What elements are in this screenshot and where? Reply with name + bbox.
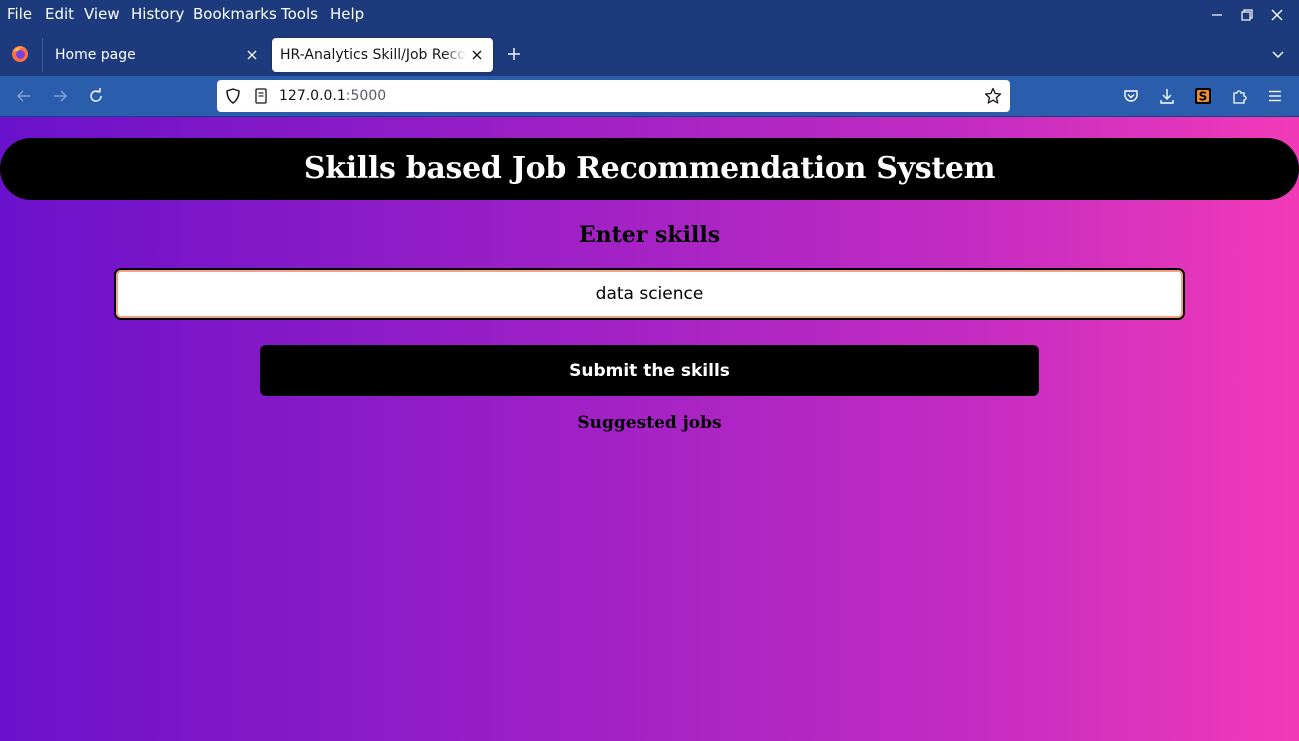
new-tab-icon[interactable] <box>506 46 522 62</box>
skills-label: Enter skills <box>578 222 721 248</box>
menu-edit[interactable]: Edit <box>45 5 74 23</box>
menu-bar: File Edit View History Bookmarks Tools H… <box>0 0 1299 30</box>
page-content: Skills based Job Recommendation System E… <box>0 117 1299 741</box>
submit-skills-button[interactable]: Submit the skills <box>260 345 1039 396</box>
firefox-icon[interactable] <box>11 45 29 63</box>
url-port: :5000 <box>345 88 387 104</box>
menu-bookmarks[interactable]: Bookmarks <box>193 5 277 23</box>
navigation-toolbar: 127.0.0.1:5000 S <box>0 76 1299 117</box>
tab-bar: Home page HR-Analytics Skill/Job Recom <box>0 30 1299 76</box>
menu-tools[interactable]: Tools <box>281 5 318 23</box>
pocket-icon[interactable] <box>1122 87 1140 105</box>
suggested-jobs-heading: Suggested jobs <box>577 413 722 433</box>
close-tab-icon[interactable] <box>245 48 259 62</box>
url-host: 127.0.0.1 <box>279 88 346 104</box>
bookmark-star-icon[interactable] <box>984 87 1002 105</box>
svg-text:S: S <box>1199 90 1208 104</box>
url-bar[interactable]: 127.0.0.1:5000 <box>217 80 1010 112</box>
extension-s-icon[interactable]: S <box>1194 87 1212 105</box>
tab-hr-analytics[interactable]: HR-Analytics Skill/Job Recom <box>272 38 493 72</box>
hamburger-menu-icon[interactable] <box>1266 87 1284 105</box>
back-icon[interactable] <box>15 87 33 105</box>
downloads-icon[interactable] <box>1158 87 1176 105</box>
page-info-icon[interactable] <box>252 87 270 105</box>
forward-icon[interactable] <box>51 87 69 105</box>
url-text[interactable]: 127.0.0.1:5000 <box>279 88 386 104</box>
menu-file[interactable]: File <box>7 5 32 23</box>
tab-label: Home page <box>55 47 136 63</box>
skills-input[interactable] <box>114 268 1185 320</box>
list-tabs-icon[interactable] <box>1270 46 1286 62</box>
menu-help[interactable]: Help <box>330 5 364 23</box>
close-tab-icon[interactable] <box>470 48 484 62</box>
page-title: Skills based Job Recommendation System <box>0 138 1299 200</box>
tab-label: HR-Analytics Skill/Job Recom <box>280 47 466 63</box>
close-window-icon[interactable] <box>1268 6 1286 24</box>
menu-history[interactable]: History <box>131 5 184 23</box>
extensions-puzzle-icon[interactable] <box>1231 87 1249 105</box>
tab-home-page[interactable]: Home page <box>43 38 267 72</box>
menu-view[interactable]: View <box>84 5 120 23</box>
restore-icon[interactable] <box>1238 6 1256 24</box>
shield-icon[interactable] <box>224 87 242 105</box>
minimize-icon[interactable] <box>1208 6 1226 24</box>
reload-icon[interactable] <box>87 87 105 105</box>
